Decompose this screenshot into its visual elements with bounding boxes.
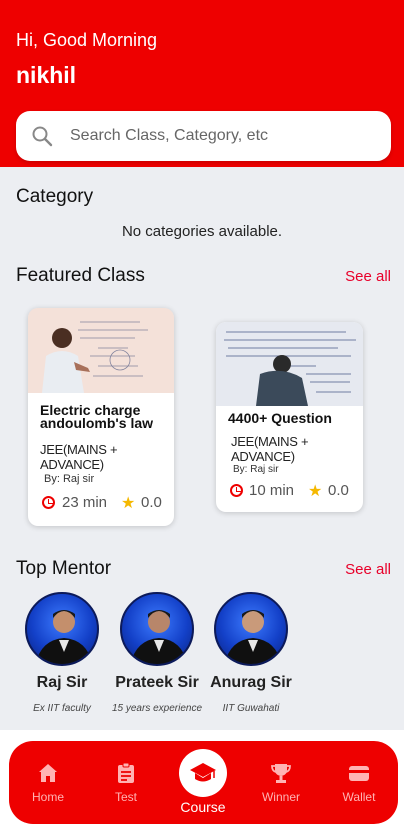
nav-home[interactable]: Home xyxy=(13,741,83,824)
mentor-description: 15 years experience xyxy=(111,703,203,714)
search-input[interactable]: Search Class, Category, etc xyxy=(70,127,268,145)
class-rating: 0.0 xyxy=(328,482,349,499)
graduation-cap-icon xyxy=(190,763,216,782)
class-instructor: By: Raj sir xyxy=(233,464,279,475)
home-icon xyxy=(39,764,57,782)
top-mentor-title: Top Mentor xyxy=(16,558,112,579)
bottom-nav: Home Test Course Winner Wallet xyxy=(9,741,398,824)
class-thumbnail xyxy=(216,322,363,406)
class-duration: 10 min xyxy=(249,482,295,499)
class-card[interactable]: Electric charge andoulomb's law JEE(MAIN… xyxy=(28,308,174,526)
nav-home-label: Home xyxy=(31,790,64,804)
nav-wallet[interactable]: Wallet xyxy=(324,741,394,824)
search-icon xyxy=(32,126,53,147)
header: Hi, Good Morning nikhil Search Class, Ca… xyxy=(0,0,404,167)
mentor-name: Prateek Sir xyxy=(115,674,199,691)
class-thumbnail xyxy=(28,308,174,393)
mentor-see-all-link[interactable]: See all xyxy=(345,561,391,578)
class-card[interactable]: 4400+ Question JEE(MAINS + ADVANCE) By: … xyxy=(216,322,363,512)
greeting-text: Hi, Good Morning xyxy=(16,30,158,50)
clock-icon xyxy=(230,484,243,497)
category-empty-message: No categories available. xyxy=(121,223,283,240)
clock-icon xyxy=(42,496,55,509)
mentor-card[interactable]: Prateek Sir 15 years experience xyxy=(107,592,207,722)
nav-wallet-label: Wallet xyxy=(342,790,376,804)
class-rating: 0.0 xyxy=(141,494,162,511)
trophy-icon xyxy=(271,764,291,783)
mentor-card[interactable]: Anurag Sir IIT Guwahati xyxy=(201,592,301,722)
mentor-card[interactable]: Raj Sir Ex IIT faculty xyxy=(12,592,112,722)
star-icon: ★ xyxy=(308,483,323,500)
nav-winner[interactable]: Winner xyxy=(246,741,316,824)
mentor-name: Raj Sir xyxy=(36,674,88,691)
nav-test-label: Test xyxy=(114,790,137,804)
nav-test[interactable]: Test xyxy=(91,741,161,824)
class-duration: 23 min xyxy=(62,494,108,511)
class-exam: JEE(MAINS + ADVANCE) xyxy=(40,442,118,472)
wallet-icon xyxy=(349,766,369,781)
avatar xyxy=(120,592,194,666)
class-title: Electric charge andoulomb's law xyxy=(40,402,154,431)
class-title: 4400+ Question xyxy=(228,410,332,426)
category-title: Category xyxy=(16,186,94,207)
avatar xyxy=(25,592,99,666)
class-exam: JEE(MAINS + ADVANCE) xyxy=(231,434,309,464)
featured-see-all-link[interactable]: See all xyxy=(345,268,391,285)
clipboard-icon xyxy=(118,762,134,783)
star-icon: ★ xyxy=(121,495,136,512)
nav-course-label: Course xyxy=(180,799,226,815)
mentor-name: Anurag Sir xyxy=(210,674,292,691)
mentor-description: IIT Guwahati xyxy=(222,703,280,714)
username-text: nikhil xyxy=(16,62,77,88)
class-instructor: By: Raj sir xyxy=(44,473,95,485)
mentor-description: Ex IIT faculty xyxy=(33,703,91,714)
featured-class-title: Featured Class xyxy=(16,265,145,286)
nav-course[interactable] xyxy=(179,749,227,797)
avatar xyxy=(214,592,288,666)
nav-winner-label: Winner xyxy=(261,790,300,804)
search-bar[interactable]: Search Class, Category, etc xyxy=(16,111,391,161)
